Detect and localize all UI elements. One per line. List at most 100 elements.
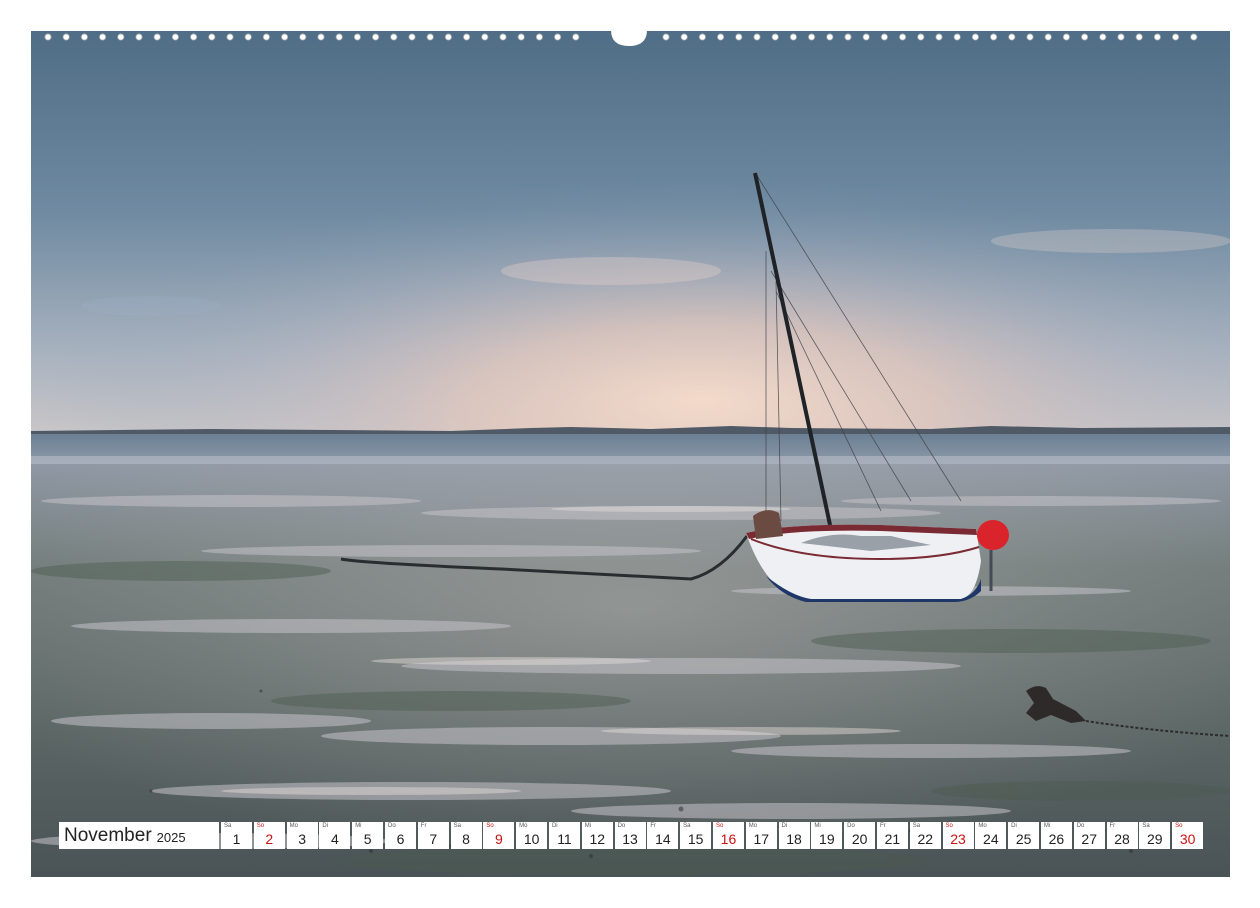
binding-hole [1190, 33, 1198, 41]
day-number: 28 [1114, 831, 1130, 847]
day-number: 26 [1048, 831, 1065, 847]
binding-hole [371, 33, 380, 41]
calendar-day-cell: Sa 22 [909, 822, 941, 849]
calendar-month-label: November 2025 [59, 822, 219, 849]
binding-hole [135, 33, 143, 41]
binding-hole [553, 33, 562, 41]
calendar-day-cell: Mo 17 [745, 822, 777, 849]
binding-hole [353, 33, 361, 41]
binding-hole [208, 33, 216, 41]
binding-hole [1099, 33, 1107, 41]
binding-hole [444, 33, 452, 41]
binding-hole [898, 33, 907, 41]
weekday-label: Do [617, 823, 626, 829]
binding-hole [462, 33, 471, 41]
binding-hole [517, 33, 525, 41]
weekday-label: So [486, 823, 494, 829]
weekday-label: Fr [879, 823, 886, 829]
binding-hole [99, 33, 107, 41]
day-number: 4 [330, 831, 339, 847]
calendar-strip: November 2025 Sa 1 So 2 Mo 3 Di 4 Mi 5 Do 6 Fr 7 Sa 8 So… [59, 822, 1205, 849]
weekday-label: Mo [748, 823, 758, 829]
binding-hole [62, 33, 70, 41]
calendar-day-cell: Mi 5 [352, 822, 384, 849]
day-number: 16 [720, 831, 737, 847]
binding-hole [1062, 33, 1071, 41]
calendar-day-cell: Sa 8 [450, 822, 482, 849]
calendar-day-cell: Di 11 [548, 822, 580, 849]
weekday-label: Sa [224, 823, 232, 829]
binding-hole [789, 33, 798, 41]
calendar-day-cell: Fr 21 [876, 822, 908, 849]
day-number: 9 [494, 831, 503, 847]
binding-hole [1153, 33, 1162, 41]
binding-hole [662, 33, 670, 41]
calendar-day-cell: Fr 28 [1106, 822, 1138, 849]
day-number: 23 [950, 831, 966, 847]
day-number: 29 [1147, 831, 1163, 847]
binding-hole [880, 33, 889, 41]
binding-hole [953, 33, 961, 41]
weekday-label: Mi [584, 823, 592, 829]
binding-hole [262, 33, 270, 41]
binding-hole [44, 33, 52, 41]
calendar-day-cell: So 23 [942, 822, 974, 849]
calendar-day-cell: So 30 [1172, 822, 1204, 849]
binding-hole [1026, 33, 1034, 41]
binding-hole [535, 33, 544, 41]
calendar-day-cell: So 16 [712, 822, 744, 849]
day-number: 27 [1081, 831, 1097, 847]
calendar-day-cell: Sa 15 [680, 822, 712, 849]
weekday-label: So [945, 823, 953, 829]
binding-hole [971, 33, 980, 41]
calendar-days: Sa 1 So 2 Mo 3 Di 4 Mi 5 Do 6 Fr 7 Sa 8 So 9 Mo 10 Di 11 Mi 12 D… [221, 822, 1205, 849]
tidal-flat-sailboat-photo [31, 31, 1230, 877]
binding-hole [335, 33, 343, 41]
binding-hole [753, 33, 761, 41]
binding-hole [844, 33, 852, 41]
calendar-day-cell: Di 4 [319, 822, 351, 849]
spiral-binding [44, 30, 1198, 46]
day-number: 30 [1179, 831, 1196, 847]
weekday-label: So [715, 823, 724, 829]
year: 2025 [156, 830, 186, 845]
day-number: 8 [462, 831, 470, 847]
binding-hole [1117, 33, 1125, 41]
day-number: 21 [884, 831, 901, 847]
day-number: 5 [363, 831, 372, 847]
weekday-label: So [256, 823, 265, 829]
calendar-day-cell: Di 18 [778, 822, 810, 849]
day-number: 19 [819, 831, 835, 847]
weekday-label: Mi [814, 823, 821, 829]
binding-hole [680, 33, 688, 41]
binding-hole [80, 33, 89, 41]
calendar-day-cell: Di 25 [1008, 822, 1040, 849]
day-number: 1 [232, 831, 241, 847]
calendar-day-cell: Mo 10 [516, 822, 548, 849]
calendar-photo [31, 31, 1230, 877]
weekday-label: Di [1011, 823, 1017, 829]
weekday-label: Sa [1142, 823, 1150, 829]
weekday-label: Mo [519, 823, 528, 829]
day-number: 18 [786, 831, 802, 847]
calendar-day-cell: Mi 19 [811, 822, 843, 849]
day-number: 22 [917, 831, 934, 847]
weekday-label: Do [847, 823, 855, 829]
day-number: 6 [396, 831, 405, 847]
binding-hole [917, 33, 925, 41]
weekday-label: Mo [978, 823, 987, 829]
calendar-day-cell: Fr 14 [647, 822, 679, 849]
day-number: 2 [265, 831, 274, 847]
hanger-notch [611, 30, 647, 46]
binding-hole [481, 33, 489, 41]
binding-hole [171, 33, 179, 41]
binding-hole [698, 33, 707, 41]
calendar-day-cell: Sa 29 [1139, 822, 1171, 849]
weekday-label: Fr [420, 823, 427, 829]
calendar-day-cell: So 2 [253, 822, 285, 849]
weekday-label: Do [387, 823, 396, 829]
month-name: November [64, 824, 152, 846]
binding-hole [1044, 33, 1052, 41]
binding-hole [280, 33, 289, 41]
binding-hole [499, 33, 507, 41]
